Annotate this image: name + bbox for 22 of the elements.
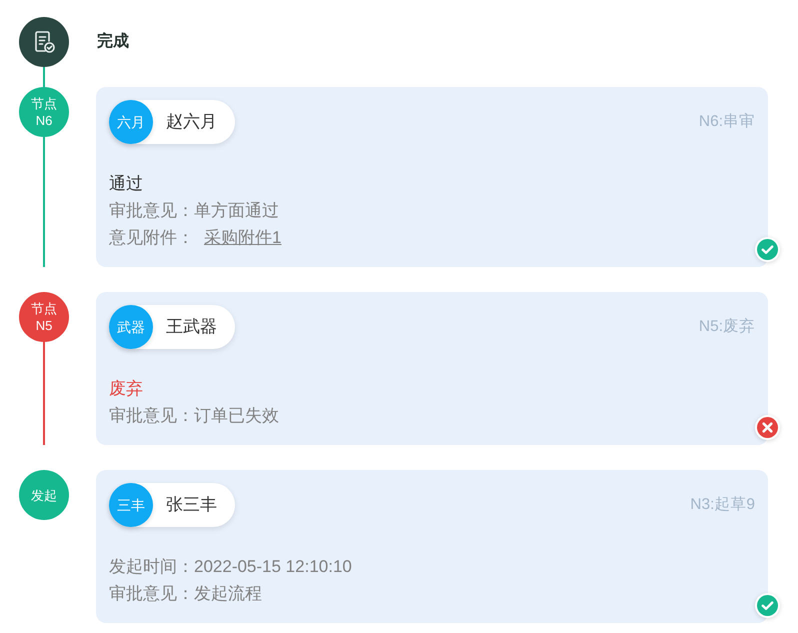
- result-text: 通过: [109, 173, 144, 195]
- node-badge: 发起: [19, 470, 69, 520]
- step-label: N6:串审: [698, 112, 755, 132]
- user-name: 王武器: [166, 316, 217, 338]
- user-name: 张三丰: [166, 494, 217, 516]
- field-label: 意见附件：: [109, 228, 194, 247]
- node-badge: 节点 N6: [19, 87, 69, 137]
- user-name: 赵六月: [166, 111, 217, 134]
- result-text: 废弃: [109, 378, 144, 400]
- document-check-icon: [19, 17, 69, 67]
- step-label: N5:废弃: [698, 316, 755, 338]
- field-text: 发起时间：2022-05-15 12:10:10: [109, 557, 352, 576]
- field-text: 审批意见：单方面通过: [109, 201, 279, 220]
- avatar: 三丰: [109, 483, 153, 527]
- attachment-link[interactable]: 采购附件1: [204, 228, 282, 247]
- step-label: N3:起草9: [690, 495, 755, 516]
- field-text: 审批意见：发起流程: [109, 584, 262, 603]
- avatar: 武器: [109, 305, 153, 349]
- avatar: 六月: [109, 100, 153, 144]
- field-text: 审批意见：订单已失效: [109, 406, 279, 425]
- step-title: 完成: [97, 31, 129, 52]
- node-badge: 节点 N5: [19, 292, 69, 342]
